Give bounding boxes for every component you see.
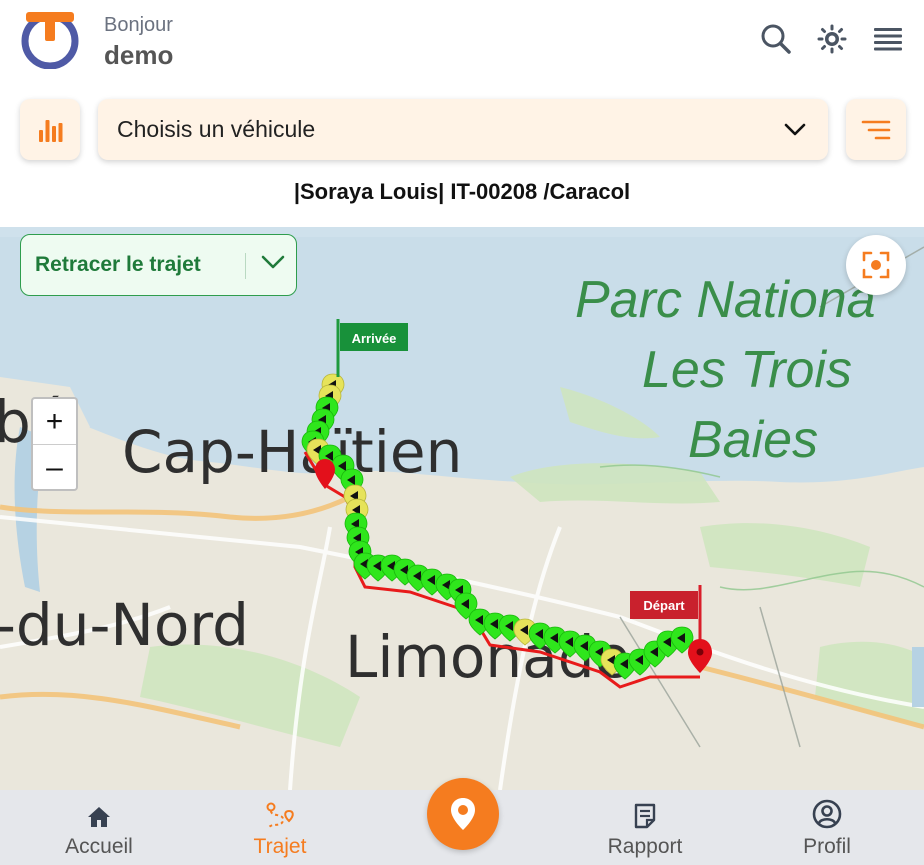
search-icon[interactable] xyxy=(759,22,793,56)
stats-button[interactable] xyxy=(20,99,80,160)
profile-icon xyxy=(812,799,842,829)
vehicle-select[interactable]: Choisis un véhicule xyxy=(98,99,828,160)
nav-profil[interactable]: Profil xyxy=(752,790,902,865)
nav-trajet-label: Trajet xyxy=(253,835,307,858)
recenter-button[interactable] xyxy=(846,235,906,295)
chevron-down-icon xyxy=(261,255,285,269)
home-icon xyxy=(88,807,110,827)
filter-lines-icon xyxy=(861,120,891,139)
retrace-label: Retracer le trajet xyxy=(35,253,201,276)
zoom-in-button[interactable]: + xyxy=(33,399,76,445)
location-fab[interactable] xyxy=(427,778,499,850)
nav-rapport-label: Rapport xyxy=(607,835,683,858)
arrival-label: Arrivée xyxy=(352,331,397,346)
city-label-caphaitien: Cap-Haïtien xyxy=(122,418,462,486)
username-text: demo xyxy=(104,40,174,70)
nav-accueil-label: Accueil xyxy=(65,835,133,858)
zoom-out-button[interactable]: – xyxy=(33,445,76,489)
route-icon xyxy=(266,802,294,828)
park-label-3: Baies xyxy=(688,411,818,469)
vehicle-info: |Soraya Louis| IT-00208 /Caracol xyxy=(293,179,631,204)
location-pin-icon xyxy=(451,798,475,830)
retrace-trajet-dropdown[interactable]: Retracer le trajet xyxy=(20,234,297,296)
map-view[interactable]: Parc Nationa Les Trois Baies Cap-Haïtien… xyxy=(0,227,924,790)
retrace-separator xyxy=(245,253,246,279)
vehicle-select-value: Choisis un véhicule xyxy=(117,116,316,142)
map-canvas: Parc Nationa Les Trois Baies Cap-Haïtien… xyxy=(0,227,924,790)
filter-button[interactable] xyxy=(846,99,906,160)
bar-chart-icon xyxy=(39,119,63,142)
app-logo xyxy=(21,12,79,69)
focus-target-icon xyxy=(862,251,890,279)
nav-trajet[interactable]: Trajet xyxy=(205,790,355,865)
departure-label: Départ xyxy=(643,598,685,613)
park-label-1: Parc Nationa xyxy=(575,271,876,329)
chevron-down-icon xyxy=(784,123,806,135)
park-label-2: Les Trois xyxy=(642,341,852,399)
nav-rapport[interactable]: Rapport xyxy=(570,790,720,865)
greeting-text: Bonjour xyxy=(104,14,173,36)
report-icon xyxy=(634,803,656,829)
nav-accueil[interactable]: Accueil xyxy=(24,790,174,865)
brightness-icon[interactable] xyxy=(815,22,849,56)
menu-icon[interactable] xyxy=(871,22,905,56)
region-label: -du-Nord xyxy=(0,591,249,659)
app-header: Bonjour demo xyxy=(0,0,924,90)
zoom-control: + – xyxy=(31,397,78,491)
nav-profil-label: Profil xyxy=(803,835,851,858)
